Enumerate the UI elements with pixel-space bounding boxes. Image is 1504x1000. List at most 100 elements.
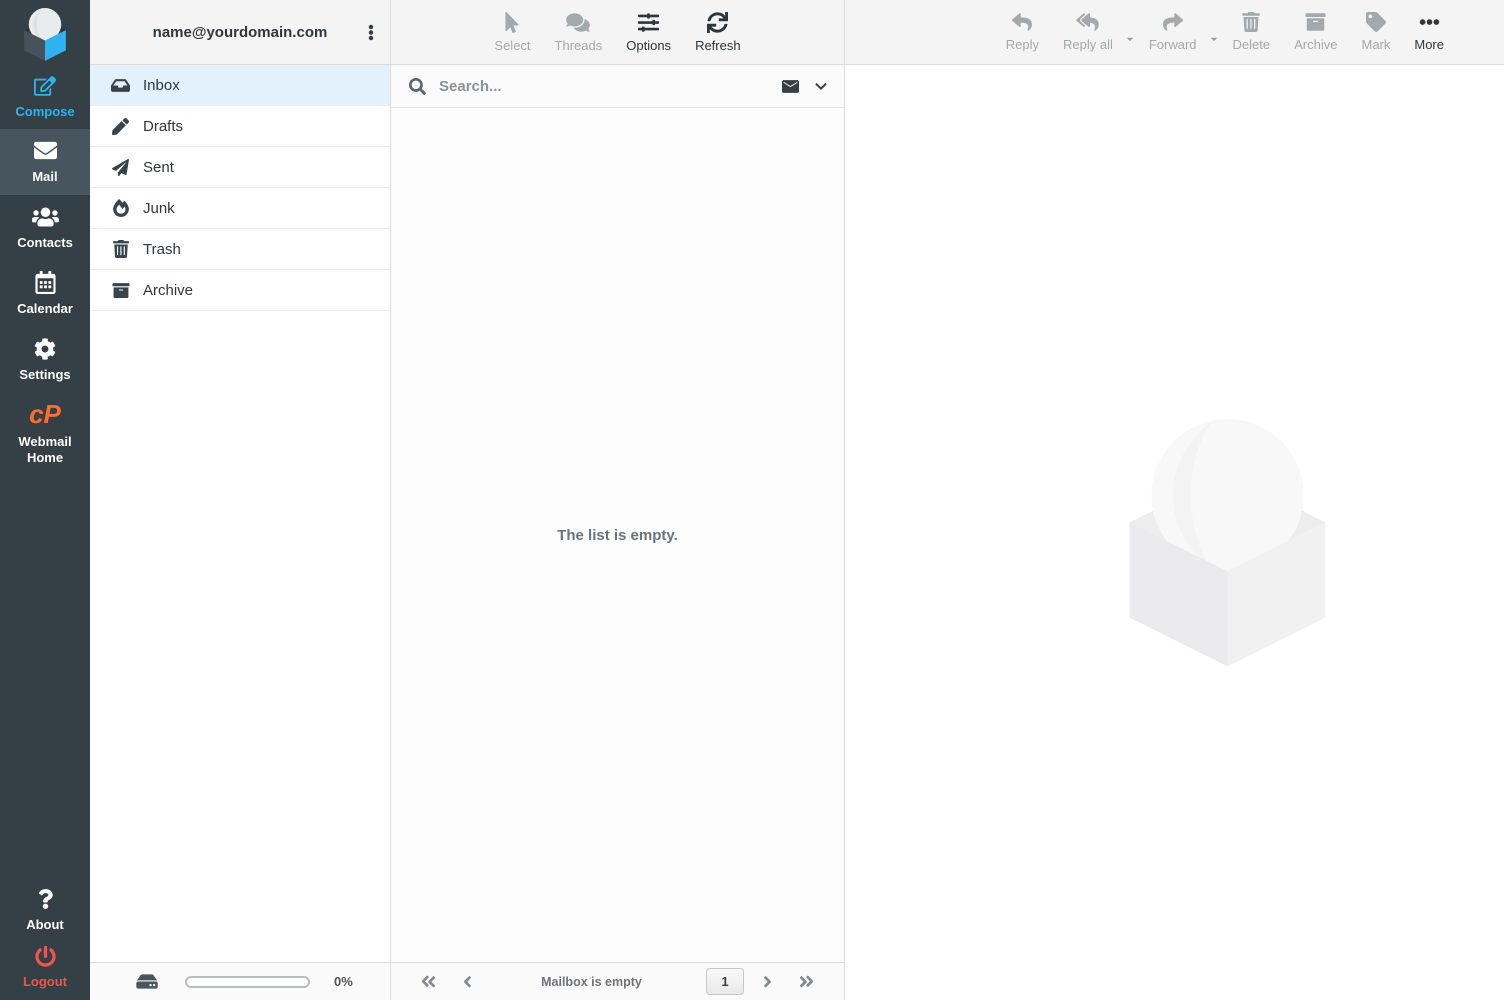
previous-page-button[interactable] (458, 969, 477, 994)
folder-label: Drafts (143, 118, 183, 135)
tag-icon (1366, 12, 1386, 32)
sidebar-item-calendar[interactable]: Calendar (0, 261, 90, 327)
last-page-button[interactable] (793, 969, 820, 994)
options-button[interactable]: Options (614, 0, 683, 64)
caret-down-icon (1209, 34, 1219, 44)
more-button[interactable]: More (1402, 0, 1456, 64)
message-list-column: Select Threads Options Refresh (391, 0, 845, 1000)
flame-icon (111, 199, 130, 217)
power-icon (35, 946, 56, 967)
archive-button[interactable]: Archive (1282, 0, 1349, 64)
quota-footer: 0% (90, 962, 390, 1000)
refresh-icon (707, 12, 728, 33)
cpanel-logo: cP (29, 401, 61, 427)
folders-column: name@yourdomain.com Inbox Drafts (90, 0, 391, 1000)
sidebar-item-label: Calendar (17, 301, 73, 317)
sidebar-item-label: Logout (23, 974, 67, 990)
trash-icon (1242, 12, 1260, 32)
folder-junk[interactable]: Junk (90, 188, 390, 229)
message-toolbar: Reply Reply all Forward (845, 0, 1504, 65)
storage-disk-icon (136, 972, 158, 991)
forward-button[interactable]: Forward (1137, 0, 1209, 64)
select-label: Select (494, 38, 530, 53)
sidebar-item-webmail-home[interactable]: cP Webmail Home (0, 393, 90, 473)
list-footer: Mailbox is empty 1 (391, 962, 844, 1000)
envelope-icon (34, 139, 57, 162)
envelope-scope-icon (780, 78, 801, 95)
cursor-icon (505, 12, 519, 33)
search-icon (409, 78, 426, 95)
search-bar (391, 65, 844, 108)
quota-progress-bar (185, 976, 310, 988)
page-number-input[interactable]: 1 (706, 968, 744, 995)
kebab-menu-icon (368, 23, 374, 42)
reply-all-icon (1075, 12, 1100, 32)
empty-list-message: The list is empty. (557, 527, 678, 544)
reply-label: Reply (1006, 37, 1039, 52)
mark-button[interactable]: Mark (1349, 0, 1402, 64)
first-page-button[interactable] (415, 969, 442, 994)
next-page-button[interactable] (758, 969, 777, 994)
options-label: Options (626, 38, 671, 53)
search-options-chevron[interactable] (814, 80, 828, 93)
sidebar: Compose Mail Contacts Calendar Settings (0, 0, 90, 1000)
refresh-button[interactable]: Refresh (683, 0, 753, 64)
message-list-body: The list is empty. (391, 109, 844, 962)
reply-all-menu-caret[interactable] (1125, 20, 1137, 44)
sidebar-item-settings[interactable]: Settings (0, 327, 90, 393)
ellipsis-icon (1419, 12, 1440, 32)
search-scope-button[interactable] (780, 78, 801, 95)
sidebar-item-label: Webmail Home (6, 434, 84, 465)
angle-double-right-icon (797, 973, 816, 990)
caret-down-icon (1125, 34, 1135, 44)
forward-menu-caret[interactable] (1209, 20, 1221, 44)
folder-drafts[interactable]: Drafts (90, 106, 390, 147)
account-menu-button[interactable] (360, 0, 382, 64)
question-icon (38, 888, 53, 910)
forward-label: Forward (1149, 37, 1197, 52)
sidebar-item-mail[interactable]: Mail (0, 129, 90, 195)
sidebar-item-compose[interactable]: Compose (0, 65, 90, 129)
inbox-icon (111, 77, 130, 94)
reply-all-button[interactable]: Reply all (1051, 0, 1125, 64)
account-email: name@yourdomain.com (153, 24, 328, 41)
list-toolbar: Select Threads Options Refresh (391, 0, 844, 65)
archive-box-icon (111, 282, 130, 299)
calendar-icon (35, 271, 56, 294)
folder-archive[interactable]: Archive (90, 270, 390, 311)
refresh-label: Refresh (695, 38, 741, 53)
forward-icon (1162, 12, 1184, 32)
trash-icon (111, 240, 130, 258)
sidebar-item-label: Mail (32, 169, 57, 185)
archive-box-icon (1305, 12, 1326, 32)
pencil-icon (111, 118, 130, 135)
threads-label: Threads (555, 38, 603, 53)
sliders-icon (638, 12, 659, 33)
roundcube-logo (0, 0, 90, 65)
select-button[interactable]: Select (482, 0, 542, 64)
mailbox-status: Mailbox is empty (477, 975, 706, 989)
delete-label: Delete (1233, 37, 1271, 52)
search-input[interactable] (439, 78, 767, 95)
folder-label: Archive (143, 282, 193, 299)
threads-button[interactable]: Threads (543, 0, 615, 64)
folder-trash[interactable]: Trash (90, 229, 390, 270)
sidebar-item-contacts[interactable]: Contacts (0, 195, 90, 261)
folder-sent[interactable]: Sent (90, 147, 390, 188)
sidebar-item-label: Contacts (17, 235, 73, 251)
sidebar-item-label: About (26, 917, 64, 933)
folder-inbox[interactable]: Inbox (90, 65, 390, 106)
reply-all-label: Reply all (1063, 37, 1113, 52)
sidebar-item-label: Compose (15, 104, 74, 120)
sidebar-item-about[interactable]: About (0, 882, 90, 938)
angle-left-icon (462, 973, 473, 990)
chevron-down-icon (814, 80, 828, 93)
archive-label: Archive (1294, 37, 1337, 52)
folder-label: Trash (143, 241, 181, 258)
sidebar-item-logout[interactable]: Logout (0, 938, 90, 998)
angle-double-left-icon (419, 973, 438, 990)
delete-button[interactable]: Delete (1221, 0, 1283, 64)
reply-button[interactable]: Reply (994, 0, 1051, 64)
roundcube-logo-icon (16, 4, 74, 62)
message-content-column: Reply Reply all Forward (845, 0, 1504, 1000)
